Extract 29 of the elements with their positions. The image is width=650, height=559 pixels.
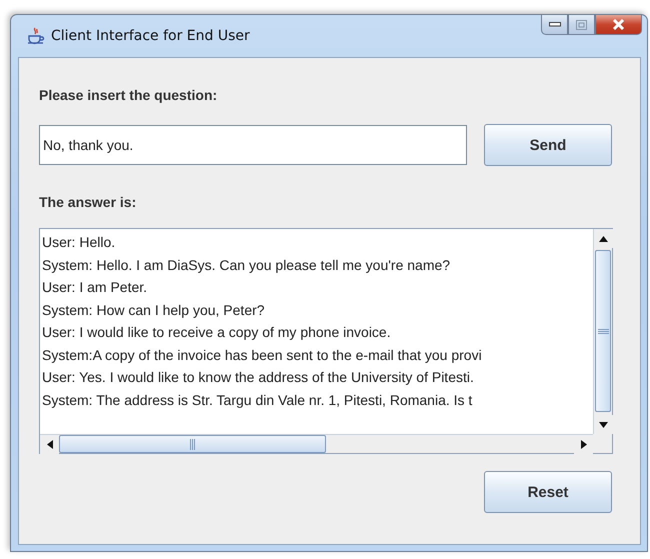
answer-label: The answer is: — [39, 194, 138, 210]
vertical-scrollbar[interactable] — [593, 229, 612, 434]
horizontal-scroll-thumb[interactable] — [59, 435, 326, 453]
window-title: Client Interface for End User — [51, 28, 250, 44]
answer-text-area[interactable] — [39, 228, 613, 454]
answer-line: User: Hello. — [42, 233, 116, 252]
down-arrow-icon — [599, 420, 608, 428]
answer-line: System: The address is Str. Targu din Vale nr. 1, Pitesti, Romania. Is t — [42, 390, 474, 410]
question-field[interactable]: No, thank you. — [39, 125, 467, 165]
reset-button[interactable]: Reset — [484, 471, 612, 513]
maximize-icon — [576, 20, 587, 30]
close-icon — [612, 19, 625, 30]
answer-line: System:A copy of the invoice has been sent to the e-mail that you provi — [42, 346, 483, 365]
horizontal-scrollbar[interactable] — [40, 434, 593, 453]
vertical-scroll-thumb[interactable] — [595, 250, 611, 412]
answer-line: System: Hello. I am DiaSys. Can you please tell me you're name? — [42, 256, 452, 275]
up-arrow-icon — [599, 234, 608, 242]
minimize-icon — [548, 22, 560, 27]
answer-line: System: How can I help you, Peter? — [42, 300, 266, 320]
close-button[interactable] — [595, 15, 642, 35]
send-button[interactable]: Send — [484, 124, 612, 166]
answer-line: User: I am Peter. — [42, 278, 148, 297]
answer-line: User: I would like to receive a copy of my phone invoice. — [42, 323, 392, 342]
coffee-cup-icon — [27, 27, 45, 45]
right-arrow-icon — [580, 440, 588, 448]
left-arrow-icon — [46, 440, 54, 448]
answer-line: User: Yes. I would like to know the address of the University of Pitesti. — [42, 368, 475, 387]
question-label: Please insert the question: — [39, 87, 218, 103]
minimize-button[interactable] — [541, 15, 568, 35]
